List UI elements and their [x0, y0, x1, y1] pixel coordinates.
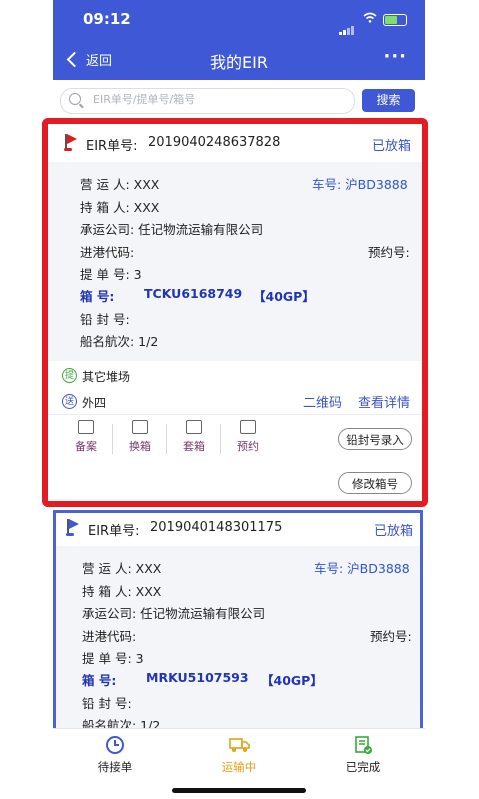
swap-icon — [132, 420, 148, 434]
deliver-location: 外四 — [82, 396, 107, 410]
qrcode-link[interactable]: 二维码 — [303, 392, 342, 411]
status-badge: 已放箱 — [374, 524, 414, 539]
bill-of-lading: 提 单 号: 3 — [82, 651, 144, 666]
tab-in-transit[interactable]: 运输中 — [199, 735, 279, 775]
tool-bundle[interactable]: 套箱 — [174, 420, 214, 454]
clock-refresh-icon — [105, 735, 125, 755]
signal-icon — [339, 16, 355, 35]
container-number: MRKU5107593 — [146, 670, 249, 685]
home-indicator — [172, 788, 306, 793]
container-label: 箱 号: — [82, 673, 117, 688]
divider — [48, 414, 422, 415]
tool-separator — [166, 424, 167, 454]
bill-of-lading: 提 单 号: 3 — [80, 267, 142, 282]
operator: 营 运 人: XXX — [82, 561, 162, 576]
eir-card[interactable]: EIR单号: 2019040148301175 已放箱 营 运 人: XXX 车… — [53, 510, 423, 743]
plate-number: 车号: 沪BD3888 — [312, 177, 408, 192]
page-title: 我的EIR — [210, 53, 268, 72]
status-time: 09:12 — [83, 10, 131, 28]
tool-filing-label: 备案 — [75, 440, 97, 453]
appointment-number: 预约号: — [368, 245, 410, 260]
eir-label: EIR单号: — [86, 139, 138, 154]
nav-bar: 返回 我的EIR ··· — [53, 38, 425, 80]
search-icon — [69, 93, 81, 105]
search-input[interactable] — [91, 92, 345, 107]
container-label: 箱 号: — [80, 289, 115, 304]
eir-number: 2019040248637828 — [148, 135, 281, 150]
carrier: 承运公司: 任记物流运输有限公司 — [80, 222, 264, 237]
container-size: 【40GP】 — [253, 289, 315, 304]
battery-icon — [383, 14, 407, 26]
eir-label: EIR单号: — [88, 524, 140, 539]
operator: 营 运 人: XXX — [80, 177, 160, 192]
view-details-link[interactable]: 查看详情 — [358, 392, 410, 411]
pickup-yard: 其它堆场 — [82, 370, 131, 384]
blue-flag-icon — [66, 519, 80, 536]
status-bar: 09:12 — [53, 0, 425, 38]
search-box[interactable] — [60, 88, 355, 114]
eir-number: 2019040148301175 — [150, 520, 283, 535]
tool-swap-label: 换箱 — [129, 440, 151, 453]
pickup-icon: 提 — [62, 368, 77, 383]
eir-card[interactable]: EIR单号: 2019040248637828 已放箱 营 运 人: XXX 车… — [42, 118, 428, 507]
plate-number: 车号: 沪BD3888 — [314, 561, 410, 576]
container-number: TCKU6168749 — [144, 286, 243, 301]
red-flag-icon — [64, 134, 78, 151]
tab-pending[interactable]: 待接单 — [75, 735, 155, 775]
vessel-voyage: 船名航次: 1/2 — [80, 334, 159, 349]
entry-code: 进港代码: — [80, 245, 135, 260]
tab-completed-label: 已完成 — [345, 760, 381, 774]
tool-separator — [112, 424, 113, 454]
tool-appointment[interactable]: 预约 — [228, 420, 268, 454]
truck-icon — [229, 735, 250, 755]
tool-separator — [220, 424, 221, 454]
printer-icon — [78, 420, 94, 434]
tool-swap[interactable]: 换箱 — [120, 420, 160, 454]
box-icon — [186, 420, 202, 434]
entry-code: 进港代码: — [82, 629, 137, 644]
holder: 持 箱 人: XXX — [82, 584, 162, 599]
more-menu-button[interactable]: ··· — [383, 46, 407, 67]
seal-entry-button[interactable]: 铅封号录入 — [338, 428, 412, 450]
holder: 持 箱 人: XXX — [80, 200, 160, 215]
tab-pending-label: 待接单 — [97, 760, 133, 774]
seal-number: 铅 封 号: — [82, 696, 132, 711]
carrier: 承运公司: 任记物流运输有限公司 — [82, 606, 266, 621]
clock-icon — [240, 420, 256, 434]
tab-bar: 待接单 运输中 已完成 — [53, 728, 425, 789]
seal-number: 铅 封 号: — [80, 312, 130, 327]
tool-filing[interactable]: 备案 — [66, 420, 106, 454]
deliver-icon: 送 — [62, 394, 77, 409]
tool-bundle-label: 套箱 — [183, 440, 205, 453]
container-size: 【40GP】 — [261, 673, 323, 688]
tab-in-transit-label: 运输中 — [221, 760, 257, 774]
status-badge: 已放箱 — [372, 139, 412, 154]
tab-completed[interactable]: 已完成 — [323, 735, 403, 775]
search-button[interactable]: 搜索 — [362, 89, 415, 112]
wifi-icon — [363, 12, 377, 27]
document-check-icon — [353, 735, 373, 755]
tool-appointment-label: 预约 — [237, 440, 259, 453]
appointment-number: 预约号: — [370, 629, 412, 644]
edit-container-button[interactable]: 修改箱号 — [338, 472, 412, 494]
